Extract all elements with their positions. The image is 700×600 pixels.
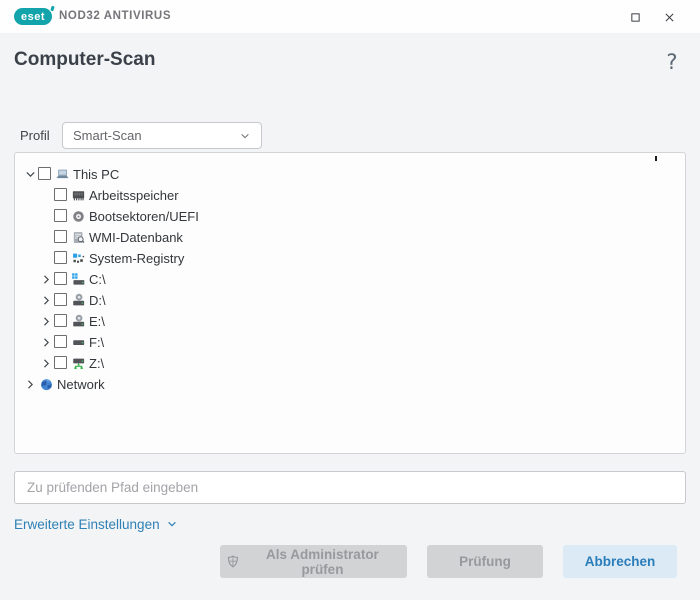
chevron-down-icon [241,133,249,138]
tree-item-e[interactable]: E:\ [15,311,685,332]
tree-item-this-pc[interactable]: This PC [15,164,685,185]
profile-label: Profil [20,128,50,143]
computer-icon [55,167,70,182]
tree-item-label: F:\ [89,335,105,350]
tree-item-system-registry[interactable]: System-Registry [15,248,685,269]
tree-item-network[interactable]: Network [15,374,685,395]
profile-dropdown-value: Smart-Scan [73,128,142,143]
drive-network-icon [71,356,86,371]
tree-checkbox-this-pc[interactable] [38,167,51,180]
tree-item-label: System-Registry [89,251,185,266]
tree-item-c[interactable]: C:\ [15,269,685,290]
advanced-settings-label: Erweiterte Einstellungen [14,516,160,532]
page-title: Computer-Scan [14,49,156,70]
profile-dropdown[interactable]: Smart-Scan [62,122,262,149]
scan-target-tree: This PC Arbeitsspeicher Bootsektoren/UEFI W… [14,152,686,454]
memory-icon [71,188,86,203]
scan-as-admin-button[interactable]: Als Administrator prüfen [220,545,407,578]
tree-checkbox-system-registry[interactable] [54,251,67,264]
chevron-right-icon[interactable] [40,336,53,349]
tree-item-label: Arbeitsspeicher [89,188,179,203]
tree-item-label: Z:\ [89,356,105,371]
chevron-right-icon[interactable] [40,273,53,286]
tree-checkbox-c[interactable] [54,272,67,285]
eset-logo-tick [50,5,55,12]
tree-item-wmi-datenbank[interactable]: WMI-Datenbank [15,227,685,248]
close-icon [664,12,674,22]
tree-item-label: Network [57,377,105,392]
tree-checkbox-e[interactable] [54,314,67,327]
maximize-icon [630,12,640,22]
help-icon[interactable]: ? [662,50,682,76]
scrollbar-artifact [655,156,657,161]
scan-button[interactable]: Prüfung [427,545,543,578]
advanced-settings-link[interactable]: Erweiterte Einstellungen [14,515,178,533]
chevron-right-icon[interactable] [40,294,53,307]
chevron-right-icon[interactable] [24,378,37,391]
tree-checkbox-f[interactable] [54,335,67,348]
cancel-button[interactable]: Abbrechen [563,545,677,578]
tree-item-f[interactable]: F:\ [15,332,685,353]
tree-item-label: E:\ [89,314,105,329]
titlebar: eset NOD32 ANTIVIRUS [0,0,700,33]
maximize-button[interactable] [620,3,650,31]
network-globe-icon [39,377,54,392]
wmi-database-icon [71,230,86,245]
computer-scan-window: eset NOD32 ANTIVIRUS Computer-Scan ? Pro… [0,0,700,600]
chevron-down-icon[interactable] [24,168,37,181]
tree-item-arbeitsspeicher[interactable]: Arbeitsspeicher [15,185,685,206]
tree-item-d[interactable]: D:\ [15,290,685,311]
close-button[interactable] [654,3,684,31]
chevron-right-icon[interactable] [40,315,53,328]
tree-item-bootsektoren-uefi[interactable]: Bootsektoren/UEFI [15,206,685,227]
bootsector-icon [71,209,86,224]
tree-item-label: WMI-Datenbank [89,230,183,245]
tree-item-label: This PC [73,167,120,182]
drive-icon [71,335,86,350]
scan-as-admin-label: Als Administrator prüfen [266,546,379,577]
scan-path-input[interactable] [14,471,686,504]
tree-item-label: Bootsektoren/UEFI [89,209,199,224]
registry-icon [71,251,86,266]
chevron-down-icon [167,521,176,527]
tree-checkbox-z[interactable] [54,356,67,369]
uac-shield-icon [227,555,239,568]
drive-windows-icon [71,272,86,287]
tree-item-z[interactable]: Z:\ [15,353,685,374]
tree-item-label: D:\ [89,293,106,308]
tree-checkbox-arbeitsspeicher[interactable] [54,188,67,201]
tree-checkbox-wmi-datenbank[interactable] [54,230,67,243]
tree-checkbox-bootsektoren-uefi[interactable] [54,209,67,222]
drive-optical-icon [71,293,86,308]
tree-checkbox-d[interactable] [54,293,67,306]
product-name: NOD32 ANTIVIRUS [59,10,172,22]
drive-optical-icon [71,314,86,329]
eset-logo: eset [14,8,52,25]
chevron-right-icon[interactable] [40,357,53,370]
tree-item-label: C:\ [89,272,106,287]
